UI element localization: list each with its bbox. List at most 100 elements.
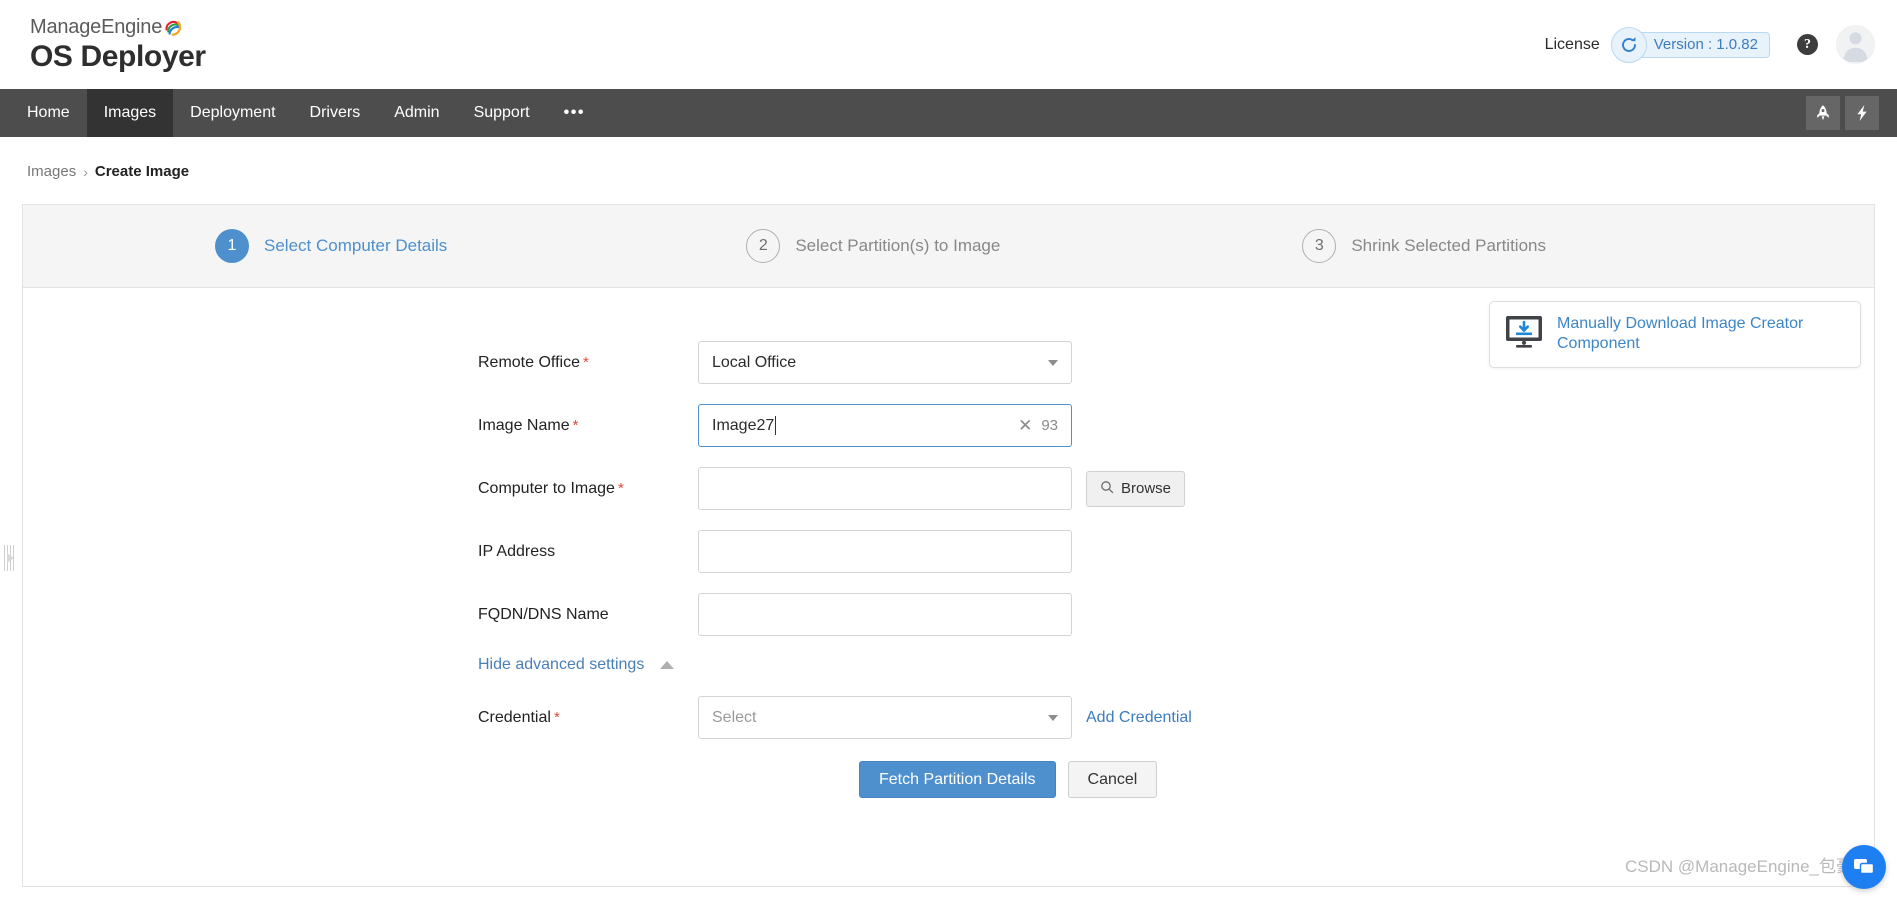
- control-computer-to-image: Browse: [698, 467, 1185, 510]
- rocket-icon[interactable]: [1806, 96, 1840, 130]
- browse-button-label: Browse: [1121, 480, 1171, 497]
- chevron-right-icon: [7, 553, 14, 563]
- nav-item-support[interactable]: Support: [457, 89, 547, 137]
- app-header: ManageEngine OS Deployer License Vers: [0, 0, 1897, 89]
- row-credential: Credential* Select Add Credential: [23, 696, 1874, 739]
- row-fqdn-dns-name: FQDN/DNS Name: [23, 593, 1874, 636]
- image-name-value: Image27: [712, 417, 774, 435]
- step-3-label: Shrink Selected Partitions: [1351, 236, 1546, 256]
- label-ip-address-text: IP Address: [478, 543, 555, 560]
- add-credential-link[interactable]: Add Credential: [1086, 709, 1192, 727]
- label-computer-to-image-text: Computer to Image: [478, 480, 615, 497]
- cancel-button[interactable]: Cancel: [1068, 761, 1158, 798]
- form-actions: Fetch Partition Details Cancel: [23, 761, 1874, 798]
- remote-office-select[interactable]: Local Office: [698, 341, 1072, 384]
- required-asterisk: *: [573, 417, 579, 434]
- fqdn-dns-name-input[interactable]: [698, 593, 1072, 636]
- version-badge[interactable]: Version : 1.0.82: [1631, 32, 1770, 58]
- header-actions: License Version : 1.0.82 ?: [1545, 25, 1875, 64]
- manageengine-swoosh-icon: [163, 18, 181, 36]
- label-credential: Credential*: [23, 709, 698, 727]
- step-number-2: 2: [746, 229, 780, 263]
- step-number-1: 1: [215, 229, 249, 263]
- image-name-field-actions: ✕ 93: [1018, 417, 1058, 434]
- browse-button[interactable]: Browse: [1086, 471, 1185, 507]
- help-icon[interactable]: ?: [1797, 34, 1818, 55]
- app-logo: ManageEngine OS Deployer: [30, 17, 206, 72]
- create-image-panel: 1 Select Computer Details 2 Select Parti…: [22, 204, 1875, 887]
- text-cursor: [775, 416, 776, 435]
- lightning-bolt-icon[interactable]: [1845, 96, 1879, 130]
- label-credential-text: Credential: [478, 709, 551, 726]
- manually-download-label: Manually Download Image Creator Componen…: [1557, 314, 1845, 355]
- chevron-up-icon[interactable]: [660, 661, 674, 669]
- chat-support-button[interactable]: [1842, 845, 1886, 889]
- image-name-input[interactable]: Image27 ✕ 93: [698, 404, 1072, 447]
- search-icon: [1100, 480, 1114, 498]
- nav-label-admin: Admin: [394, 104, 439, 122]
- step-shrink-partitions[interactable]: 3 Shrink Selected Partitions: [1302, 229, 1546, 263]
- chevron-down-icon: [1048, 715, 1058, 721]
- control-image-name: Image27 ✕ 93: [698, 404, 1072, 447]
- nav-label-support: Support: [474, 104, 530, 122]
- nav-label-drivers: Drivers: [310, 104, 361, 122]
- breadcrumb-parent-link[interactable]: Images: [27, 163, 76, 180]
- nav-item-home[interactable]: Home: [10, 89, 87, 137]
- advanced-settings-toggle[interactable]: Hide advanced settings: [23, 656, 1874, 674]
- label-computer-to-image: Computer to Image*: [23, 480, 698, 498]
- nav-item-deployment[interactable]: Deployment: [173, 89, 292, 137]
- nav-label-home: Home: [27, 104, 70, 122]
- label-remote-office-text: Remote Office: [478, 354, 580, 371]
- nav-item-admin[interactable]: Admin: [377, 89, 456, 137]
- version-group: Version : 1.0.82: [1611, 27, 1770, 63]
- computer-to-image-input[interactable]: [698, 467, 1072, 510]
- sidebar-expand-handle[interactable]: [2, 538, 16, 577]
- step-1-number-text: 1: [228, 237, 237, 255]
- control-fqdn-dns-name: [698, 593, 1072, 636]
- manually-download-card[interactable]: Manually Download Image Creator Componen…: [1489, 301, 1861, 368]
- step-2-number-text: 2: [759, 237, 768, 255]
- brand-product-name: OS Deployer: [30, 42, 206, 72]
- step-select-computer-details[interactable]: 1 Select Computer Details: [215, 229, 447, 263]
- step-3-number-text: 3: [1315, 237, 1324, 255]
- row-computer-to-image: Computer to Image* Browse: [23, 467, 1874, 510]
- required-asterisk: *: [554, 709, 560, 726]
- user-avatar[interactable]: [1836, 25, 1875, 64]
- chevron-down-icon: [1048, 360, 1058, 366]
- label-image-name-text: Image Name: [478, 417, 570, 434]
- label-remote-office: Remote Office*: [23, 354, 698, 372]
- row-image-name: Image Name* Image27 ✕ 93: [23, 404, 1874, 447]
- step-2-label: Select Partition(s) to Image: [795, 236, 1000, 256]
- step-1-label: Select Computer Details: [264, 236, 447, 256]
- character-counter: 93: [1041, 417, 1058, 434]
- control-remote-office: Local Office: [698, 341, 1072, 384]
- advanced-settings-label[interactable]: Hide advanced settings: [478, 656, 644, 674]
- control-ip-address: [698, 530, 1072, 573]
- nav-item-images[interactable]: Images: [87, 89, 173, 137]
- csdn-watermark: CSDN @ManageEngine_包豪: [1625, 852, 1853, 877]
- version-text: Version : 1.0.82: [1654, 36, 1758, 53]
- row-ip-address: IP Address: [23, 530, 1874, 573]
- fetch-partition-details-button[interactable]: Fetch Partition Details: [859, 761, 1056, 798]
- brand-manageengine: ManageEngine: [30, 17, 181, 37]
- brand-top-text: ManageEngine: [30, 16, 162, 38]
- nav-item-drivers[interactable]: Drivers: [293, 89, 378, 137]
- clear-icon[interactable]: ✕: [1018, 417, 1032, 434]
- nav-right-actions: [1806, 89, 1879, 137]
- license-label: License: [1545, 36, 1600, 54]
- credential-select[interactable]: Select: [698, 696, 1072, 739]
- monitor-download-icon: [1505, 315, 1543, 353]
- step-select-partitions[interactable]: 2 Select Partition(s) to Image: [746, 229, 1000, 263]
- label-fqdn-dns-name-text: FQDN/DNS Name: [478, 606, 609, 623]
- ip-address-input[interactable]: [698, 530, 1072, 573]
- nav-label-deployment: Deployment: [190, 104, 275, 122]
- remote-office-value: Local Office: [712, 354, 796, 372]
- fetch-partition-details-label: Fetch Partition Details: [879, 771, 1036, 789]
- breadcrumb-current: Create Image: [95, 163, 189, 180]
- required-asterisk: *: [583, 354, 589, 371]
- refresh-icon[interactable]: [1611, 27, 1647, 63]
- required-asterisk: *: [618, 480, 624, 497]
- label-ip-address: IP Address: [23, 543, 698, 561]
- credential-placeholder: Select: [712, 709, 756, 727]
- nav-more-menu[interactable]: •••: [547, 89, 602, 137]
